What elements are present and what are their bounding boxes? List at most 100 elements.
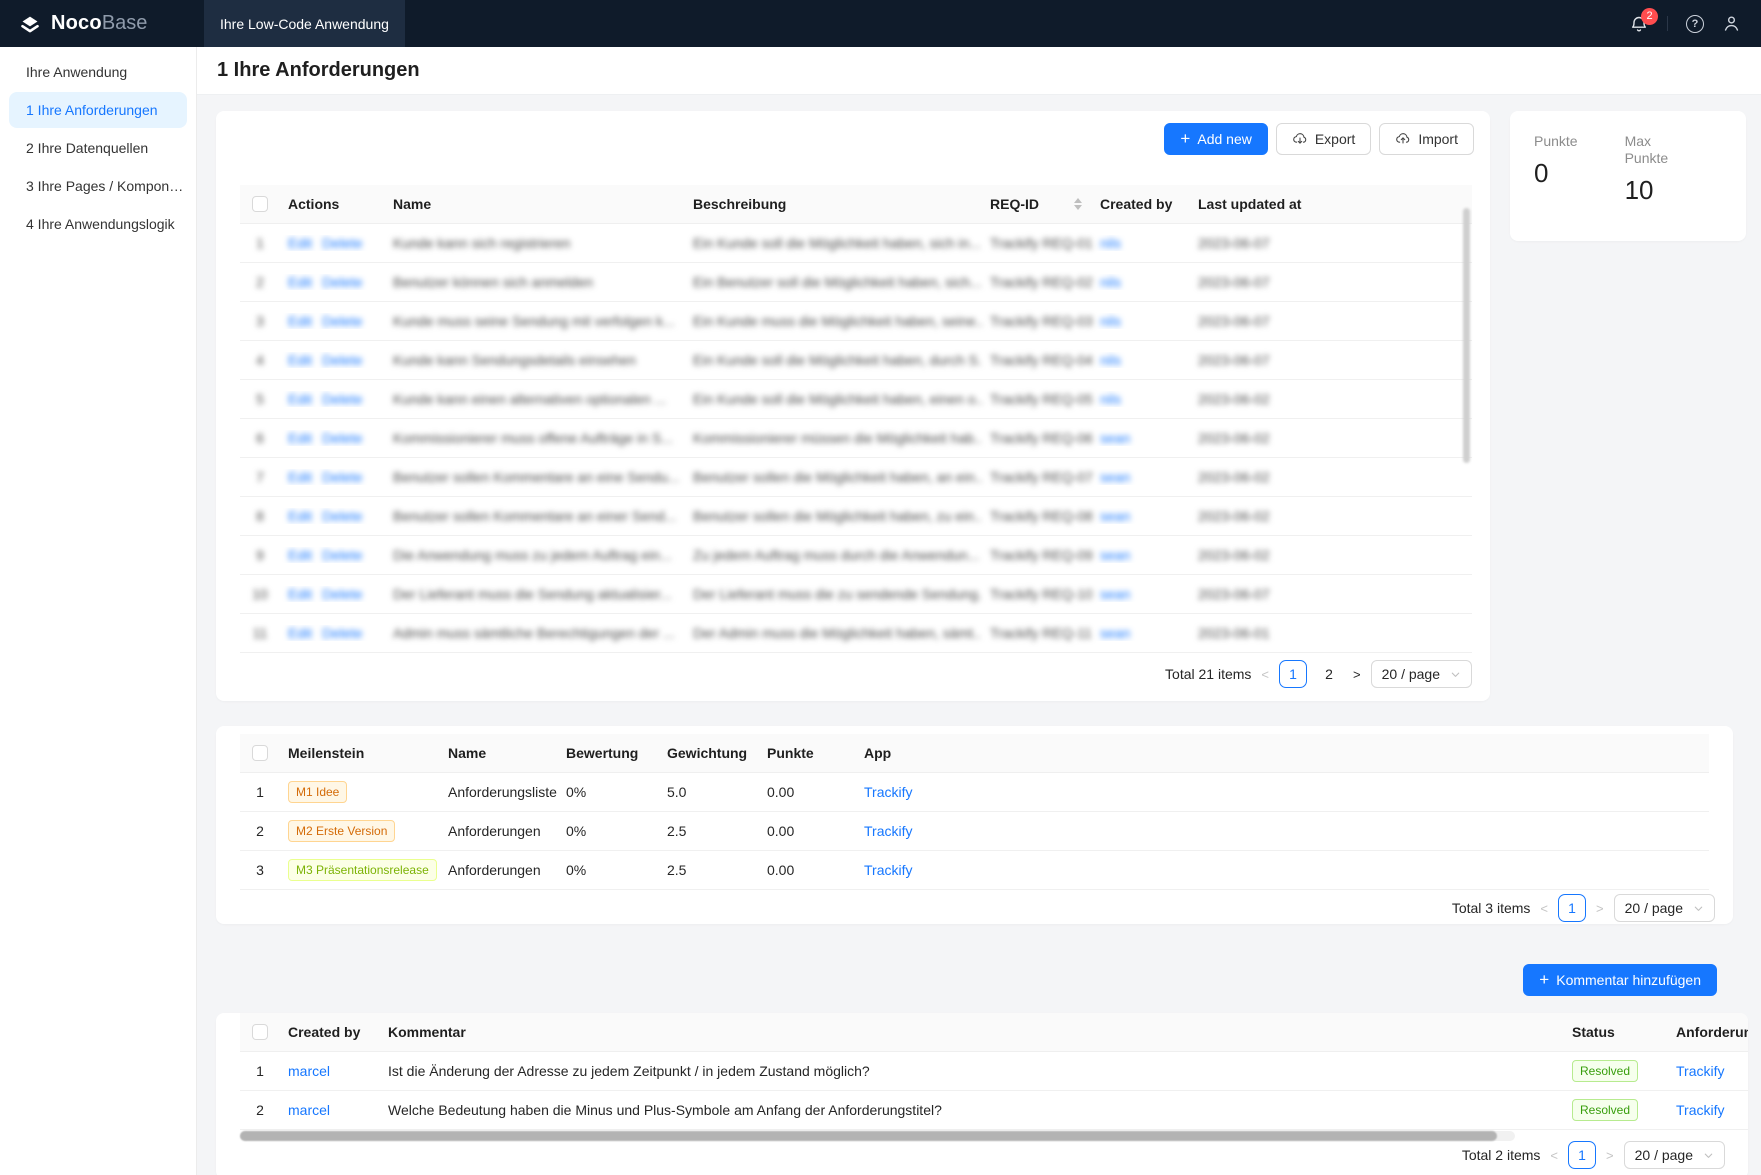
delete-link[interactable]: Delete	[322, 235, 362, 251]
delete-link[interactable]: Delete	[322, 313, 362, 329]
select-all-checkbox[interactable]	[252, 1024, 268, 1040]
created-by-link[interactable]: nils	[1100, 274, 1121, 290]
next-page-button[interactable]: >	[1604, 1148, 1616, 1163]
edit-link[interactable]: Edit	[288, 430, 312, 446]
notification-bell-icon[interactable]: 2	[1629, 14, 1649, 34]
select-all-checkbox[interactable]	[252, 196, 268, 212]
next-page-button[interactable]: >	[1594, 901, 1606, 916]
comment-row: 1 marcel Ist die Änderung der Adresse zu…	[240, 1052, 1748, 1091]
column-header-actions[interactable]: Actions	[280, 196, 385, 212]
created-by-link[interactable]: marcel	[288, 1063, 330, 1079]
column-header-created-by[interactable]: Created by	[1092, 196, 1190, 212]
prev-page-button[interactable]: <	[1259, 667, 1271, 682]
app-link[interactable]: Trackify	[864, 784, 912, 800]
delete-link[interactable]: Delete	[322, 508, 362, 524]
milestone-punkte: 0.00	[759, 784, 856, 800]
created-by-link[interactable]: sean	[1100, 469, 1130, 485]
delete-link[interactable]: Delete	[322, 352, 362, 368]
delete-link[interactable]: Delete	[322, 469, 362, 485]
prev-page-button[interactable]: <	[1538, 901, 1550, 916]
page-size-select[interactable]: 20 / page	[1371, 660, 1472, 688]
created-by-link[interactable]: nils	[1100, 352, 1121, 368]
edit-link[interactable]: Edit	[288, 469, 312, 485]
requirement-name: Kunde muss seine Sendung mit verfolgen k…	[385, 313, 685, 329]
page-button-1[interactable]: 1	[1558, 894, 1586, 922]
column-header-bewertung[interactable]: Bewertung	[558, 745, 659, 761]
edit-link[interactable]: Edit	[288, 235, 312, 251]
edit-link[interactable]: Edit	[288, 313, 312, 329]
column-header-name[interactable]: Name	[440, 745, 558, 761]
edit-link[interactable]: Edit	[288, 352, 312, 368]
created-by-link[interactable]: nils	[1100, 391, 1121, 407]
horizontal-scrollbar-thumb[interactable]	[240, 1131, 1497, 1141]
last-updated-value: 2023-06-02	[1190, 430, 1472, 446]
next-page-button[interactable]: >	[1351, 667, 1363, 682]
last-updated-value: 2023-06-07	[1190, 352, 1472, 368]
page-size-select[interactable]: 20 / page	[1614, 894, 1715, 922]
select-all-checkbox[interactable]	[252, 745, 268, 761]
column-header-punkte[interactable]: Punkte	[759, 745, 856, 761]
nocobase-logo[interactable]: NocoBase	[0, 12, 197, 36]
milestone-name: Anforderungsliste	[440, 784, 558, 800]
sidebar-item[interactable]: 4 Ihre Anwendungslogik	[9, 206, 187, 242]
sidebar-item[interactable]: 3 Ihre Pages / Kompone...	[9, 168, 187, 204]
column-header-app[interactable]: App	[856, 745, 1709, 761]
app-link[interactable]: Trackify	[1676, 1063, 1724, 1079]
app-link[interactable]: Trackify	[864, 823, 912, 839]
created-by-link[interactable]: sean	[1100, 547, 1130, 563]
created-by-link[interactable]: sean	[1100, 586, 1130, 602]
import-button[interactable]: Import	[1379, 123, 1474, 155]
column-header-gewichtung[interactable]: Gewichtung	[659, 745, 759, 761]
page-button-1[interactable]: 1	[1568, 1141, 1596, 1169]
user-icon[interactable]	[1722, 14, 1741, 33]
column-header-meilenstein[interactable]: Meilenstein	[280, 745, 440, 761]
column-header-name[interactable]: Name	[385, 196, 685, 212]
add-comment-button[interactable]: + Kommentar hinzufügen	[1523, 964, 1717, 996]
page-button-1[interactable]: 1	[1279, 660, 1307, 688]
sort-icon[interactable]	[1074, 198, 1082, 210]
delete-link[interactable]: Delete	[322, 274, 362, 290]
vertical-scrollbar-thumb[interactable]	[1463, 208, 1470, 463]
created-by-link[interactable]: sean	[1100, 508, 1130, 524]
sidebar-item[interactable]: 1 Ihre Anforderungen	[9, 92, 187, 128]
row-index: 2	[240, 274, 280, 290]
row-index: 1	[240, 784, 280, 800]
app-link[interactable]: Trackify	[1676, 1102, 1724, 1118]
edit-link[interactable]: Edit	[288, 547, 312, 563]
topbar-divider	[1667, 16, 1668, 31]
row-index: 5	[240, 391, 280, 407]
column-header-kommentar[interactable]: Kommentar	[380, 1024, 1564, 1040]
edit-link[interactable]: Edit	[288, 391, 312, 407]
column-header-beschreibung[interactable]: Beschreibung	[685, 196, 982, 212]
column-header-last-updated[interactable]: Last updated at	[1190, 196, 1472, 212]
column-header-req-id[interactable]: REQ-ID	[982, 196, 1092, 212]
page-size-select[interactable]: 20 / page	[1624, 1141, 1725, 1169]
app-tab[interactable]: Ihre Low-Code Anwendung	[204, 0, 405, 47]
created-by-link[interactable]: nils	[1100, 235, 1121, 251]
export-button[interactable]: Export	[1276, 123, 1371, 155]
delete-link[interactable]: Delete	[322, 547, 362, 563]
edit-link[interactable]: Edit	[288, 625, 312, 641]
add-new-button[interactable]: + Add new	[1164, 123, 1267, 155]
created-by-link[interactable]: sean	[1100, 430, 1130, 446]
prev-page-button[interactable]: <	[1548, 1148, 1560, 1163]
app-link[interactable]: Trackify	[864, 862, 912, 878]
sidebar-item[interactable]: Ihre Anwendung	[9, 54, 187, 90]
column-header-anforderung[interactable]: Anforderung	[1668, 1024, 1748, 1040]
edit-link[interactable]: Edit	[288, 586, 312, 602]
delete-link[interactable]: Delete	[322, 625, 362, 641]
milestone-name: Anforderungen	[440, 823, 558, 839]
column-header-created-by[interactable]: Created by	[280, 1024, 380, 1040]
column-header-status[interactable]: Status	[1564, 1024, 1668, 1040]
delete-link[interactable]: Delete	[322, 586, 362, 602]
delete-link[interactable]: Delete	[322, 391, 362, 407]
created-by-link[interactable]: marcel	[288, 1102, 330, 1118]
page-button-2[interactable]: 2	[1315, 660, 1343, 688]
created-by-link[interactable]: sean	[1100, 625, 1130, 641]
sidebar-item[interactable]: 2 Ihre Datenquellen	[9, 130, 187, 166]
help-icon[interactable]: ?	[1686, 15, 1704, 33]
edit-link[interactable]: Edit	[288, 508, 312, 524]
edit-link[interactable]: Edit	[288, 274, 312, 290]
created-by-link[interactable]: nils	[1100, 313, 1121, 329]
delete-link[interactable]: Delete	[322, 430, 362, 446]
